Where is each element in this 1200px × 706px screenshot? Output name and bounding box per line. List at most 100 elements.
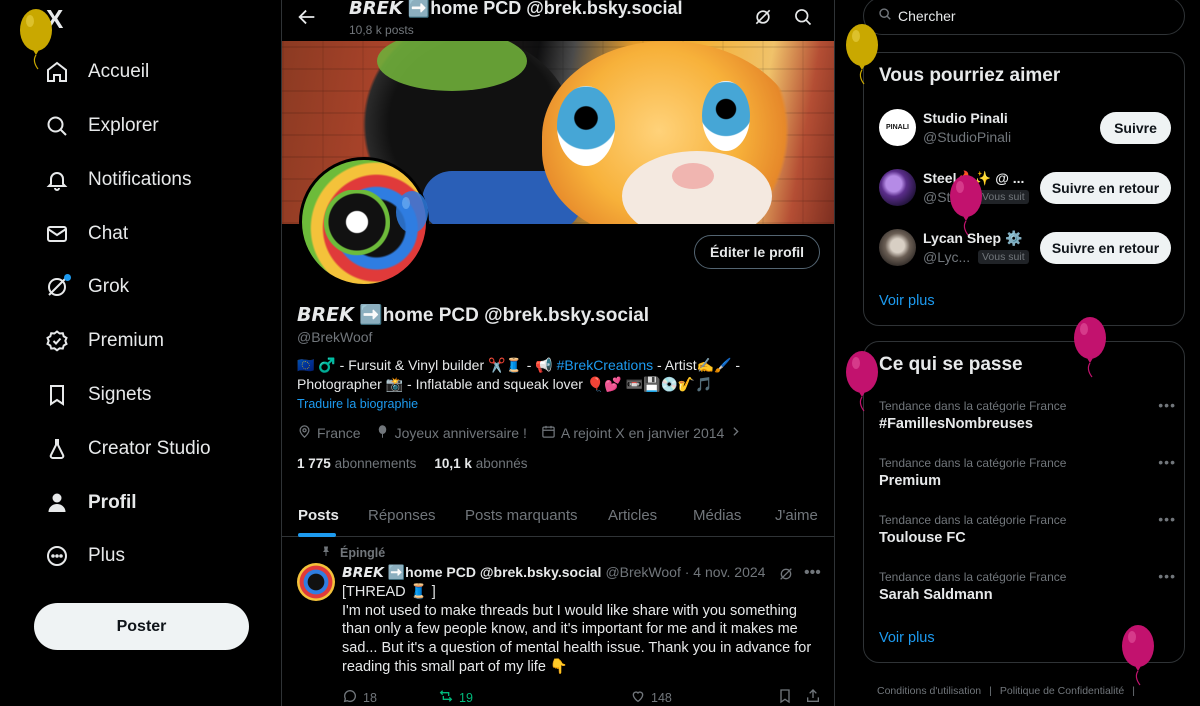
- trend-name: #FamillesNombreuses: [879, 416, 1033, 432]
- trend-category: Tendance dans la catégorie France: [879, 456, 1067, 470]
- tweet-author[interactable]: 𝘽𝙍𝙀𝙆 ➡️home PCD @brek.bsky.social: [342, 564, 601, 581]
- follow-back-button[interactable]: Suivre en retour: [1040, 172, 1171, 204]
- nav-label: Chat: [88, 223, 129, 244]
- tab-highlights[interactable]: Posts marquants: [449, 493, 592, 537]
- tab-likes[interactable]: J'aime: [759, 493, 834, 537]
- nav-label: Premium: [88, 330, 165, 351]
- balloon-icon: [1074, 317, 1106, 378]
- trend-item[interactable]: Tendance dans la catégorie France #Famil…: [879, 397, 1176, 439]
- followers-count: 10,1 k: [434, 456, 472, 471]
- nav-item-bookmarks[interactable]: Signets: [44, 375, 151, 415]
- nav-item-premium[interactable]: Premium: [44, 321, 164, 361]
- profile-name: 𝘽𝙍𝙀𝙆 ➡️home PCD @brek.bsky.social: [297, 305, 650, 326]
- grok-icon[interactable]: [753, 7, 773, 32]
- back-arrow-icon[interactable]: [296, 6, 318, 33]
- tab-posts[interactable]: Posts: [282, 493, 352, 537]
- pinned-tweet[interactable]: Épinglé 𝘽𝙍𝙀𝙆 ➡️home PCD @brek.bsky.socia…: [282, 538, 834, 706]
- suggestion-handle: @Lyc...: [923, 249, 971, 265]
- trend-name: Sarah Saldmann: [879, 587, 993, 603]
- post-button[interactable]: Poster: [34, 603, 249, 650]
- suggestion-row[interactable]: Lycan Shep ⚙️ @Lyc... Vous suit Suivre e…: [879, 229, 1174, 269]
- footer-separator: |: [989, 685, 992, 697]
- more-options-icon[interactable]: •••: [1158, 454, 1176, 470]
- bookmark-button[interactable]: [777, 688, 793, 706]
- retweet-icon: [438, 688, 454, 706]
- see-more-link[interactable]: Voir plus: [879, 293, 935, 309]
- suggestion-row[interactable]: PINALI Studio Pinali @StudioPinali Suivr…: [879, 109, 1174, 149]
- reply-button[interactable]: 18: [342, 688, 377, 706]
- more-options-icon[interactable]: •••: [1158, 511, 1176, 527]
- more-circle-icon: [44, 543, 70, 569]
- balloon-icon: [846, 351, 878, 412]
- tweet-text: [THREAD 🧵 ] I'm not used to make threads…: [342, 583, 822, 677]
- follow-back-button[interactable]: Suivre en retour: [1040, 232, 1171, 264]
- tab-media[interactable]: Médias: [677, 493, 759, 537]
- nav-label: Profil: [88, 492, 137, 513]
- terms-link[interactable]: Conditions d'utilisation: [877, 685, 981, 697]
- search-placeholder: Chercher: [898, 8, 956, 24]
- tweet-avatar[interactable]: [297, 563, 335, 601]
- birthday-text: Joyeux anniversaire !: [394, 425, 527, 441]
- follow-button[interactable]: Suivre: [1100, 112, 1171, 144]
- location-pin-icon: [297, 424, 312, 442]
- tab-replies[interactable]: Réponses: [352, 493, 449, 537]
- retweet-count: 19: [459, 690, 473, 705]
- privacy-link[interactable]: Politique de Confidentialité: [1000, 685, 1124, 697]
- tweet-handle-date: @BrekWoof · 4 nov. 2024: [605, 564, 766, 580]
- retweet-button[interactable]: 19: [438, 688, 473, 706]
- trend-category: Tendance dans la catégorie France: [879, 513, 1067, 527]
- following-link[interactable]: 1 775 abonnements: [297, 456, 416, 471]
- see-more-link[interactable]: Voir plus: [879, 630, 935, 646]
- more-options-icon[interactable]: •••: [1158, 397, 1176, 413]
- card-title: Vous pourriez aimer: [879, 65, 1061, 86]
- nav-label: Notifications: [88, 169, 192, 190]
- balloon-icon: [950, 175, 982, 236]
- nav-item-grok[interactable]: Grok: [44, 267, 129, 307]
- envelope-icon: [44, 221, 70, 247]
- location-text: France: [317, 425, 361, 441]
- more-options-icon[interactable]: •••: [1158, 568, 1176, 584]
- nav-label: Creator Studio: [88, 438, 211, 459]
- joined-text: A rejoint X en janvier 2014: [560, 425, 725, 441]
- search-input[interactable]: Chercher: [863, 0, 1185, 35]
- balloon-icon: [396, 191, 428, 237]
- share-button[interactable]: [805, 688, 821, 706]
- suggestion-name[interactable]: Studio Pinali: [923, 110, 1008, 126]
- more-options-icon[interactable]: •••: [804, 564, 821, 582]
- avatar[interactable]: [879, 169, 916, 206]
- joined-link[interactable]: A rejoint X en janvier 2014: [541, 424, 742, 442]
- trend-item[interactable]: Tendance dans la catégorie France Sarah …: [879, 568, 1176, 610]
- bio-hashtag[interactable]: #BrekCreations: [557, 357, 654, 373]
- left-navigation: X Accueil Explorer Notifications Chat Gr…: [0, 0, 281, 706]
- nav-item-more[interactable]: Plus: [44, 536, 125, 576]
- like-button[interactable]: 148: [630, 688, 672, 706]
- suggestion-row[interactable]: Steel🔥✨ @ ... @Ste... Vous suit Suivre e…: [879, 169, 1174, 209]
- edit-profile-button[interactable]: Éditer le profil: [694, 235, 820, 269]
- nav-item-explore[interactable]: Explorer: [44, 106, 159, 146]
- nav-label: Plus: [88, 545, 125, 566]
- nav-item-creator-studio[interactable]: Creator Studio: [44, 429, 211, 469]
- trends-card: Ce qui se passe Tendance dans la catégor…: [863, 341, 1185, 663]
- nav-item-profile[interactable]: Profil: [44, 483, 137, 523]
- bookmark-icon: [777, 688, 793, 706]
- tab-articles[interactable]: Articles: [592, 493, 677, 537]
- followers-link[interactable]: 10,1 k abonnés: [434, 456, 527, 471]
- bio-text: - Artist✍️🖌️ -: [653, 357, 741, 373]
- pinned-label: Épinglé: [320, 545, 385, 560]
- trend-item[interactable]: Tendance dans la catégorie France Premiu…: [879, 454, 1176, 496]
- heart-icon: [630, 688, 646, 706]
- notification-dot: [64, 274, 71, 281]
- trend-name: Toulouse FC: [879, 530, 966, 546]
- pinned-text: Épinglé: [340, 545, 386, 560]
- trend-item[interactable]: Tendance dans la catégorie France Toulou…: [879, 511, 1176, 553]
- trend-category: Tendance dans la catégorie France: [879, 570, 1067, 584]
- flask-icon: [44, 436, 70, 462]
- avatar[interactable]: PINALI: [879, 109, 916, 146]
- bio-text: Photographer 📸 - Inflatable and squeak l…: [297, 375, 713, 392]
- nav-item-chat[interactable]: Chat: [44, 214, 128, 254]
- trend-category: Tendance dans la catégorie France: [879, 399, 1067, 413]
- translate-bio-link[interactable]: Traduire la biographie: [297, 397, 418, 411]
- avatar[interactable]: [879, 229, 916, 266]
- nav-item-notifications[interactable]: Notifications: [44, 160, 192, 200]
- search-icon[interactable]: [793, 7, 813, 32]
